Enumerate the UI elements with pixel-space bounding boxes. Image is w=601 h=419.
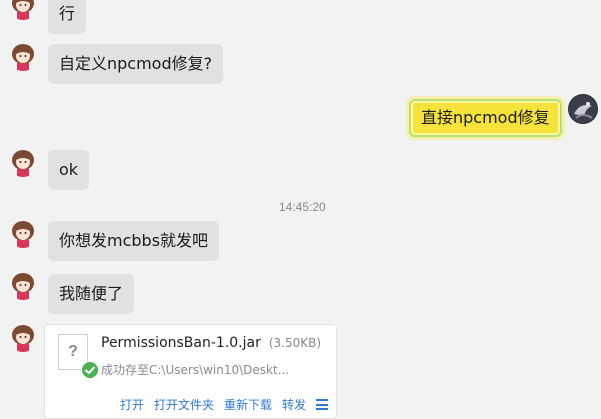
chat-window: 行 自定义npcmod修复? 直接npcmod修复 ok 14:45:20 你想… (0, 0, 601, 419)
message-text: 行 (59, 4, 76, 23)
message-timestamp: 14:45:20 (279, 200, 326, 214)
more-menu-icon[interactable] (316, 399, 328, 410)
message-text: 直接npcmod修复 (421, 108, 550, 127)
message-bubble[interactable]: 自定义npcmod修复? (48, 44, 224, 84)
file-size: (3.50KB) (268, 336, 322, 350)
contact-avatar[interactable] (8, 322, 38, 352)
message-bubble[interactable]: 行 (48, 0, 87, 34)
message-text: 我随便了 (59, 284, 124, 303)
file-save-status: 成功存至C:\Users\win10\Deskt... (101, 363, 290, 377)
file-name: PermissionsBan-1.0.jar (3.50KB) (101, 335, 321, 351)
contact-avatar[interactable] (8, 270, 38, 300)
contact-avatar[interactable] (8, 218, 38, 248)
file-actions: 打开 打开文件夹 重新下载 转发 (45, 396, 336, 414)
own-avatar[interactable] (568, 94, 598, 124)
contact-avatar[interactable] (8, 41, 38, 71)
message-bubble[interactable]: ok (48, 150, 90, 190)
message-text: ok (59, 160, 79, 179)
contact-avatar[interactable] (8, 0, 38, 20)
open-file-link[interactable]: 打开 (120, 398, 144, 412)
contact-avatar[interactable] (8, 147, 38, 177)
own-message-bubble[interactable]: 直接npcmod修复 (409, 99, 562, 137)
message-text: 你想发mcbbs就发吧 (59, 231, 209, 250)
file-message-card[interactable]: ? PermissionsBan-1.0.jar (3.50KB) 成功存至C:\… (44, 324, 337, 419)
success-check-icon (81, 361, 99, 379)
redownload-link[interactable]: 重新下载 (224, 398, 272, 412)
message-bubble[interactable]: 你想发mcbbs就发吧 (48, 221, 220, 261)
file-name-text: PermissionsBan-1.0.jar (101, 335, 261, 351)
open-folder-link[interactable]: 打开文件夹 (154, 398, 214, 412)
message-text: 自定义npcmod修复? (59, 54, 213, 73)
message-bubble[interactable]: 我随便了 (48, 274, 135, 314)
forward-link[interactable]: 转发 (282, 398, 306, 412)
